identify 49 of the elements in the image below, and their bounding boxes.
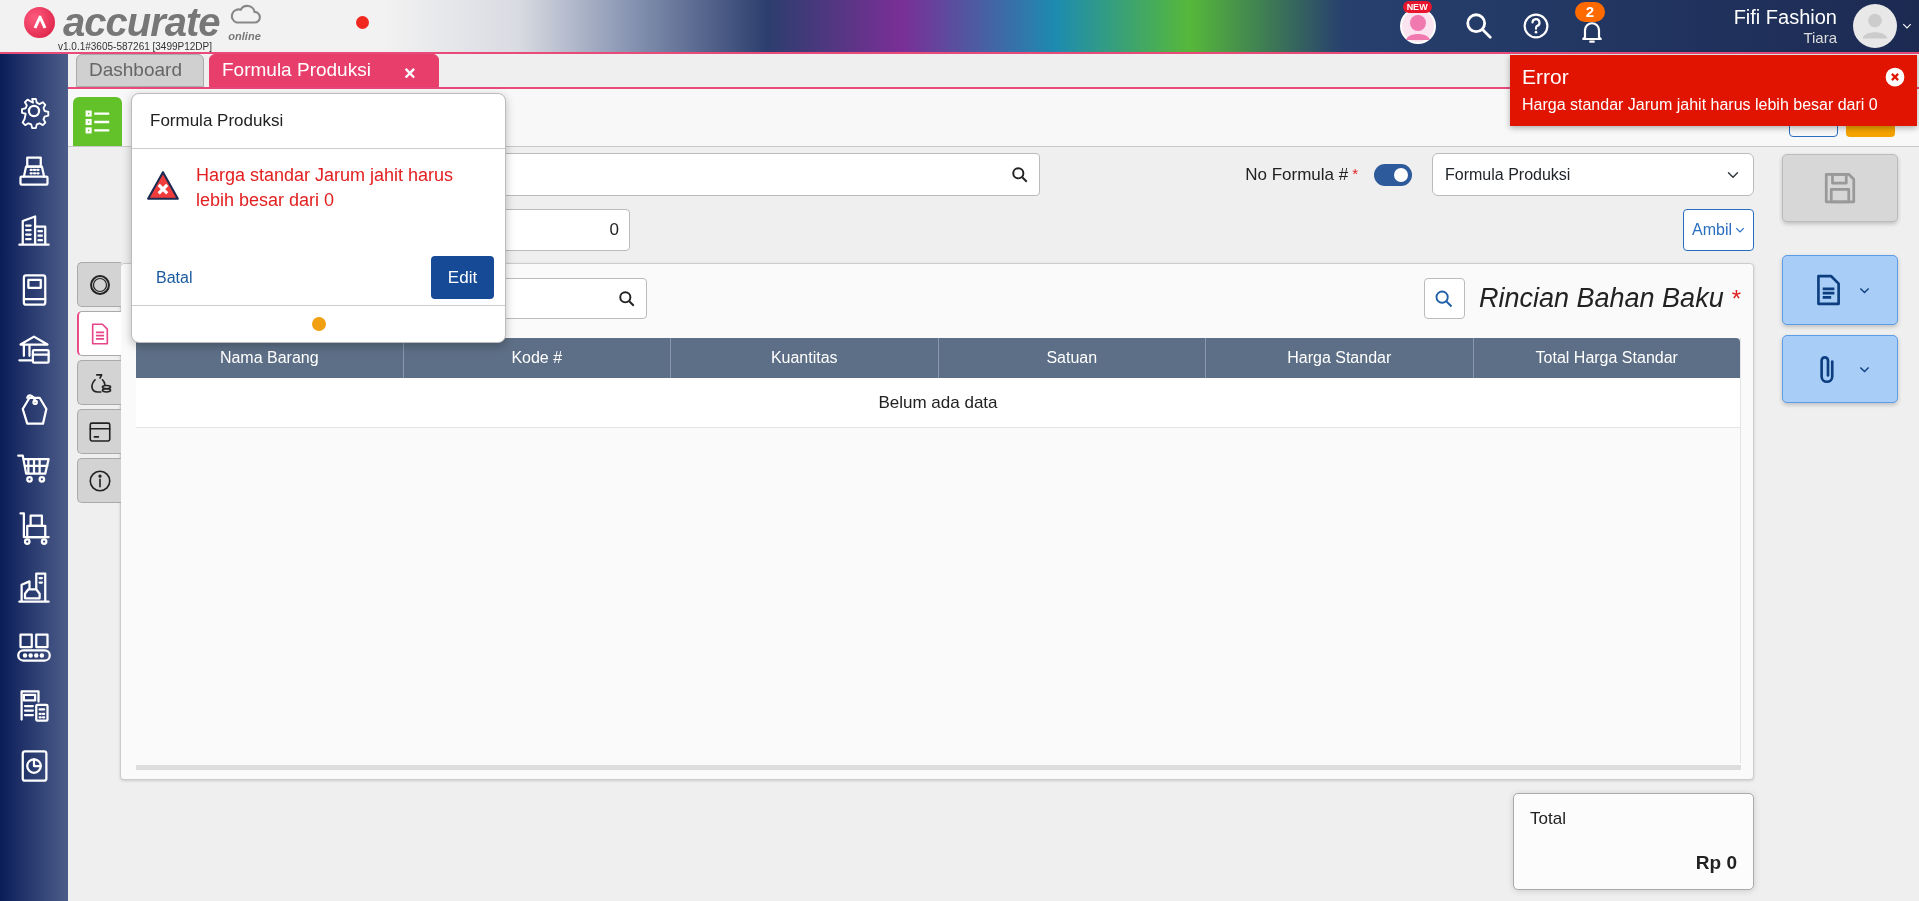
company-name: Fifi Fashion xyxy=(1733,5,1837,29)
city-car-icon[interactable] xyxy=(16,569,52,605)
side-tab[interactable] xyxy=(77,262,121,307)
chevron-down-icon xyxy=(1735,225,1745,235)
popup-title: Formula Produksi xyxy=(150,111,284,130)
building-icon[interactable] xyxy=(16,212,52,248)
cancel-button[interactable]: Batal xyxy=(156,265,193,290)
side-tab[interactable] xyxy=(77,409,121,454)
document-button[interactable] xyxy=(1782,255,1898,325)
search-icon xyxy=(618,289,636,308)
side-tab[interactable] xyxy=(77,360,121,405)
logo-subtext: online xyxy=(228,30,261,42)
total-label: Total xyxy=(1530,808,1567,830)
user-avatar-icon[interactable] xyxy=(1853,4,1897,48)
search-icon xyxy=(1434,288,1455,309)
pick-button[interactable]: Ambil xyxy=(1683,209,1754,251)
user-name: Tiara xyxy=(1803,28,1837,47)
status-dot xyxy=(355,15,369,29)
side-tab[interactable] xyxy=(77,458,121,503)
logo-text: accurate xyxy=(63,2,220,42)
version-text: v1.0.1#3605-587261 [3499P12DP] xyxy=(58,42,213,52)
close-icon[interactable] xyxy=(1885,66,1905,87)
logo-icon xyxy=(24,6,55,38)
required-mark: * xyxy=(1352,164,1358,185)
field-label: No Formula # xyxy=(1245,163,1349,186)
section-title: Rincian Bahan Baku xyxy=(1479,282,1724,316)
search-button[interactable] xyxy=(1424,278,1465,319)
status-dot xyxy=(311,316,326,331)
trolley-icon[interactable] xyxy=(16,509,52,546)
search-icon xyxy=(1011,165,1029,184)
close-tab-button[interactable]: × xyxy=(404,63,416,83)
formula-type-select[interactable]: Formula Produksi xyxy=(1432,153,1754,196)
error-message: Harga standar Jarum jahit harus lebih besar dari 0 xyxy=(195,163,455,212)
notification-badge: 2 xyxy=(1574,2,1605,22)
new-badge: NEW xyxy=(1402,1,1432,13)
total-value: Rp 0 xyxy=(1695,850,1737,875)
toggle-switch[interactable] xyxy=(1374,163,1412,186)
search-icon[interactable] xyxy=(1463,11,1494,41)
edit-button[interactable]: Edit xyxy=(431,256,494,299)
info-icon xyxy=(86,467,113,494)
attachment-button[interactable] xyxy=(1782,335,1898,403)
empty-message: Belum ada data xyxy=(878,391,998,414)
help-icon[interactable] xyxy=(1521,12,1550,40)
toast-message: Harga standar Jarum jahit harus lebih besar dari 0 xyxy=(1522,95,1878,113)
required-mark: * xyxy=(1731,283,1741,314)
tab[interactable]: Dashboard xyxy=(76,54,204,87)
column-header: Nama Barang xyxy=(218,348,320,368)
scrollbar[interactable] xyxy=(136,765,1741,770)
toast-title: Error xyxy=(1522,64,1569,90)
